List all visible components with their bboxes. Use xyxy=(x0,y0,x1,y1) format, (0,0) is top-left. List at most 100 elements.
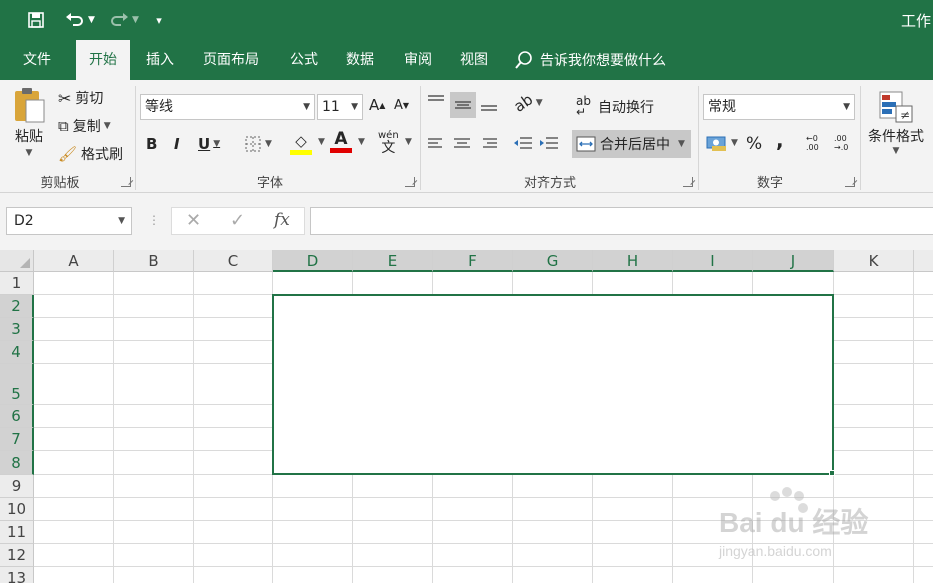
tab-home[interactable]: 开始 xyxy=(76,40,130,80)
fill-handle[interactable] xyxy=(829,470,835,476)
insert-function-icon[interactable]: fx xyxy=(274,210,290,230)
tab-data[interactable]: 数据 xyxy=(336,40,384,80)
formula-bar: D2 ▼ ⋮ ✕ ✓ fx xyxy=(0,193,933,250)
tab-page-layout[interactable]: 页面布局 xyxy=(192,40,270,80)
percent-style-button[interactable]: % xyxy=(746,134,762,154)
row-header-2[interactable]: 2 xyxy=(0,295,34,318)
paste-button[interactable]: 粘贴 ▼ xyxy=(8,86,50,158)
row-header-1[interactable]: 1 xyxy=(0,272,34,295)
underline-button[interactable]: U ▼ xyxy=(198,135,220,153)
row-header-13[interactable]: 13 xyxy=(0,567,34,583)
align-bottom-button[interactable] xyxy=(479,94,499,114)
copy-button[interactable]: ⧉ 复制 ▼ xyxy=(58,116,111,136)
phonetic-button[interactable]: wén 文 xyxy=(378,130,399,155)
undo-icon[interactable]: ▼ xyxy=(62,8,98,32)
row-header-8[interactable]: 8 xyxy=(0,451,34,475)
row-header-5[interactable]: 5 xyxy=(0,364,34,405)
customize-qat-icon[interactable]: ▾ xyxy=(150,8,168,32)
font-name-select[interactable]: 等线 ▼ xyxy=(140,94,315,120)
row-header-6[interactable]: 6 xyxy=(0,405,34,428)
italic-button[interactable]: I xyxy=(174,135,180,153)
select-all-button[interactable] xyxy=(0,250,34,272)
clipboard-launcher-icon[interactable] xyxy=(121,177,131,187)
number-launcher-icon[interactable] xyxy=(845,177,855,187)
comma-style-button[interactable]: , xyxy=(776,128,784,152)
tab-insert[interactable]: 插入 xyxy=(136,40,184,80)
row-header-4[interactable]: 4 xyxy=(0,341,34,364)
font-color-button[interactable]: A xyxy=(330,130,352,153)
tab-formulas[interactable]: 公式 xyxy=(280,40,328,80)
conditional-format-icon: ≠ xyxy=(879,91,913,123)
decrease-decimal-button[interactable]: .00 →.0 xyxy=(834,134,848,152)
align-left-button[interactable] xyxy=(426,134,446,154)
column-header-J[interactable]: J xyxy=(753,250,834,272)
row-header-9[interactable]: 9 xyxy=(0,475,34,498)
tab-review[interactable]: 审阅 xyxy=(394,40,442,80)
column-header-I[interactable]: I xyxy=(673,250,753,272)
orientation-button[interactable]: ab ▼ xyxy=(511,90,543,115)
number-format-select[interactable]: 常规 ▼ xyxy=(703,94,855,120)
align-top-button[interactable] xyxy=(426,92,446,112)
align-center-icon xyxy=(454,138,470,148)
fill-color-button[interactable]: ◇ xyxy=(290,132,312,155)
copy-icon: ⧉ xyxy=(58,117,69,135)
borders-button[interactable]: ▼ xyxy=(244,135,272,153)
bold-button[interactable]: B xyxy=(146,135,157,153)
column-header-H[interactable]: H xyxy=(593,250,673,272)
align-right-button[interactable] xyxy=(479,134,499,154)
column-header-C[interactable]: C xyxy=(194,250,273,272)
row-header-7[interactable]: 7 xyxy=(0,428,34,451)
enter-icon[interactable]: ✓ xyxy=(230,210,245,231)
row-header-3[interactable]: 3 xyxy=(0,318,34,341)
font-size-select[interactable]: 11 ▼ xyxy=(317,94,363,120)
conditional-formatting-button[interactable]: ≠ 条件格式 ▼ xyxy=(864,90,928,156)
shrink-font-button[interactable]: A ▼ xyxy=(394,98,409,113)
accounting-format-button[interactable]: ▼ xyxy=(706,134,738,152)
redo-icon[interactable]: ▼ xyxy=(106,8,142,32)
wrap-text-button[interactable]: ab ↵ 自动换行 xyxy=(576,95,654,118)
decrease-indent-button[interactable] xyxy=(512,134,534,154)
increase-indent-button[interactable] xyxy=(538,134,560,154)
save-icon[interactable] xyxy=(24,8,48,32)
baidu-watermark-logo: Bai du 经验 jingyan.baidu.com xyxy=(715,482,885,562)
column-header-B[interactable]: B xyxy=(114,250,194,272)
column-header-E[interactable]: E xyxy=(353,250,433,272)
align-middle-icon xyxy=(455,101,471,109)
align-center-button[interactable] xyxy=(452,134,472,154)
row-header-11[interactable]: 11 xyxy=(0,521,34,544)
name-box[interactable]: D2 ▼ xyxy=(6,207,132,235)
align-middle-button[interactable] xyxy=(450,92,476,118)
cut-button[interactable]: ✂ 剪切 xyxy=(58,88,103,108)
column-header-A[interactable]: A xyxy=(34,250,114,272)
merged-cell-d2-j8[interactable] xyxy=(272,294,834,475)
column-header-K[interactable]: K xyxy=(834,250,914,272)
tab-file[interactable]: 文件 xyxy=(8,40,66,80)
font-color-dropdown[interactable]: ▼ xyxy=(355,137,365,147)
grow-font-button[interactable]: A ▲ xyxy=(369,96,385,114)
formula-input[interactable] xyxy=(310,207,933,235)
tell-me-search[interactable]: 告诉我你想要做什么 xyxy=(514,40,666,80)
tab-view[interactable]: 视图 xyxy=(450,40,498,80)
increase-decimal-icon: ←0.00 xyxy=(806,134,819,152)
paste-icon xyxy=(15,88,45,123)
column-header-F[interactable]: F xyxy=(433,250,513,272)
row-header-10[interactable]: 10 xyxy=(0,498,34,521)
phonetic-dropdown[interactable]: ▼ xyxy=(402,137,412,147)
divider xyxy=(420,86,421,190)
merge-center-button[interactable]: 合并后居中 ▼ xyxy=(572,130,691,158)
formula-bar-grip-icon[interactable]: ⋮ xyxy=(148,213,160,227)
column-header-L[interactable] xyxy=(914,250,933,272)
increase-decimal-button[interactable]: ←0.00 xyxy=(806,134,819,152)
formula-buttons: ✕ ✓ fx xyxy=(171,207,305,235)
divider xyxy=(135,86,136,190)
column-header-D[interactable]: D xyxy=(273,250,353,272)
fill-color-dropdown[interactable]: ▼ xyxy=(315,137,325,147)
alignment-launcher-icon[interactable] xyxy=(683,177,693,187)
currency-icon xyxy=(706,136,726,151)
row-header-12[interactable]: 12 xyxy=(0,544,34,567)
cancel-icon[interactable]: ✕ xyxy=(186,210,201,231)
font-launcher-icon[interactable] xyxy=(405,177,415,187)
alignment-group-label: 对齐方式 xyxy=(523,176,576,191)
format-painter-button[interactable]: 🖌 格式刷 xyxy=(58,144,123,164)
column-header-G[interactable]: G xyxy=(513,250,593,272)
